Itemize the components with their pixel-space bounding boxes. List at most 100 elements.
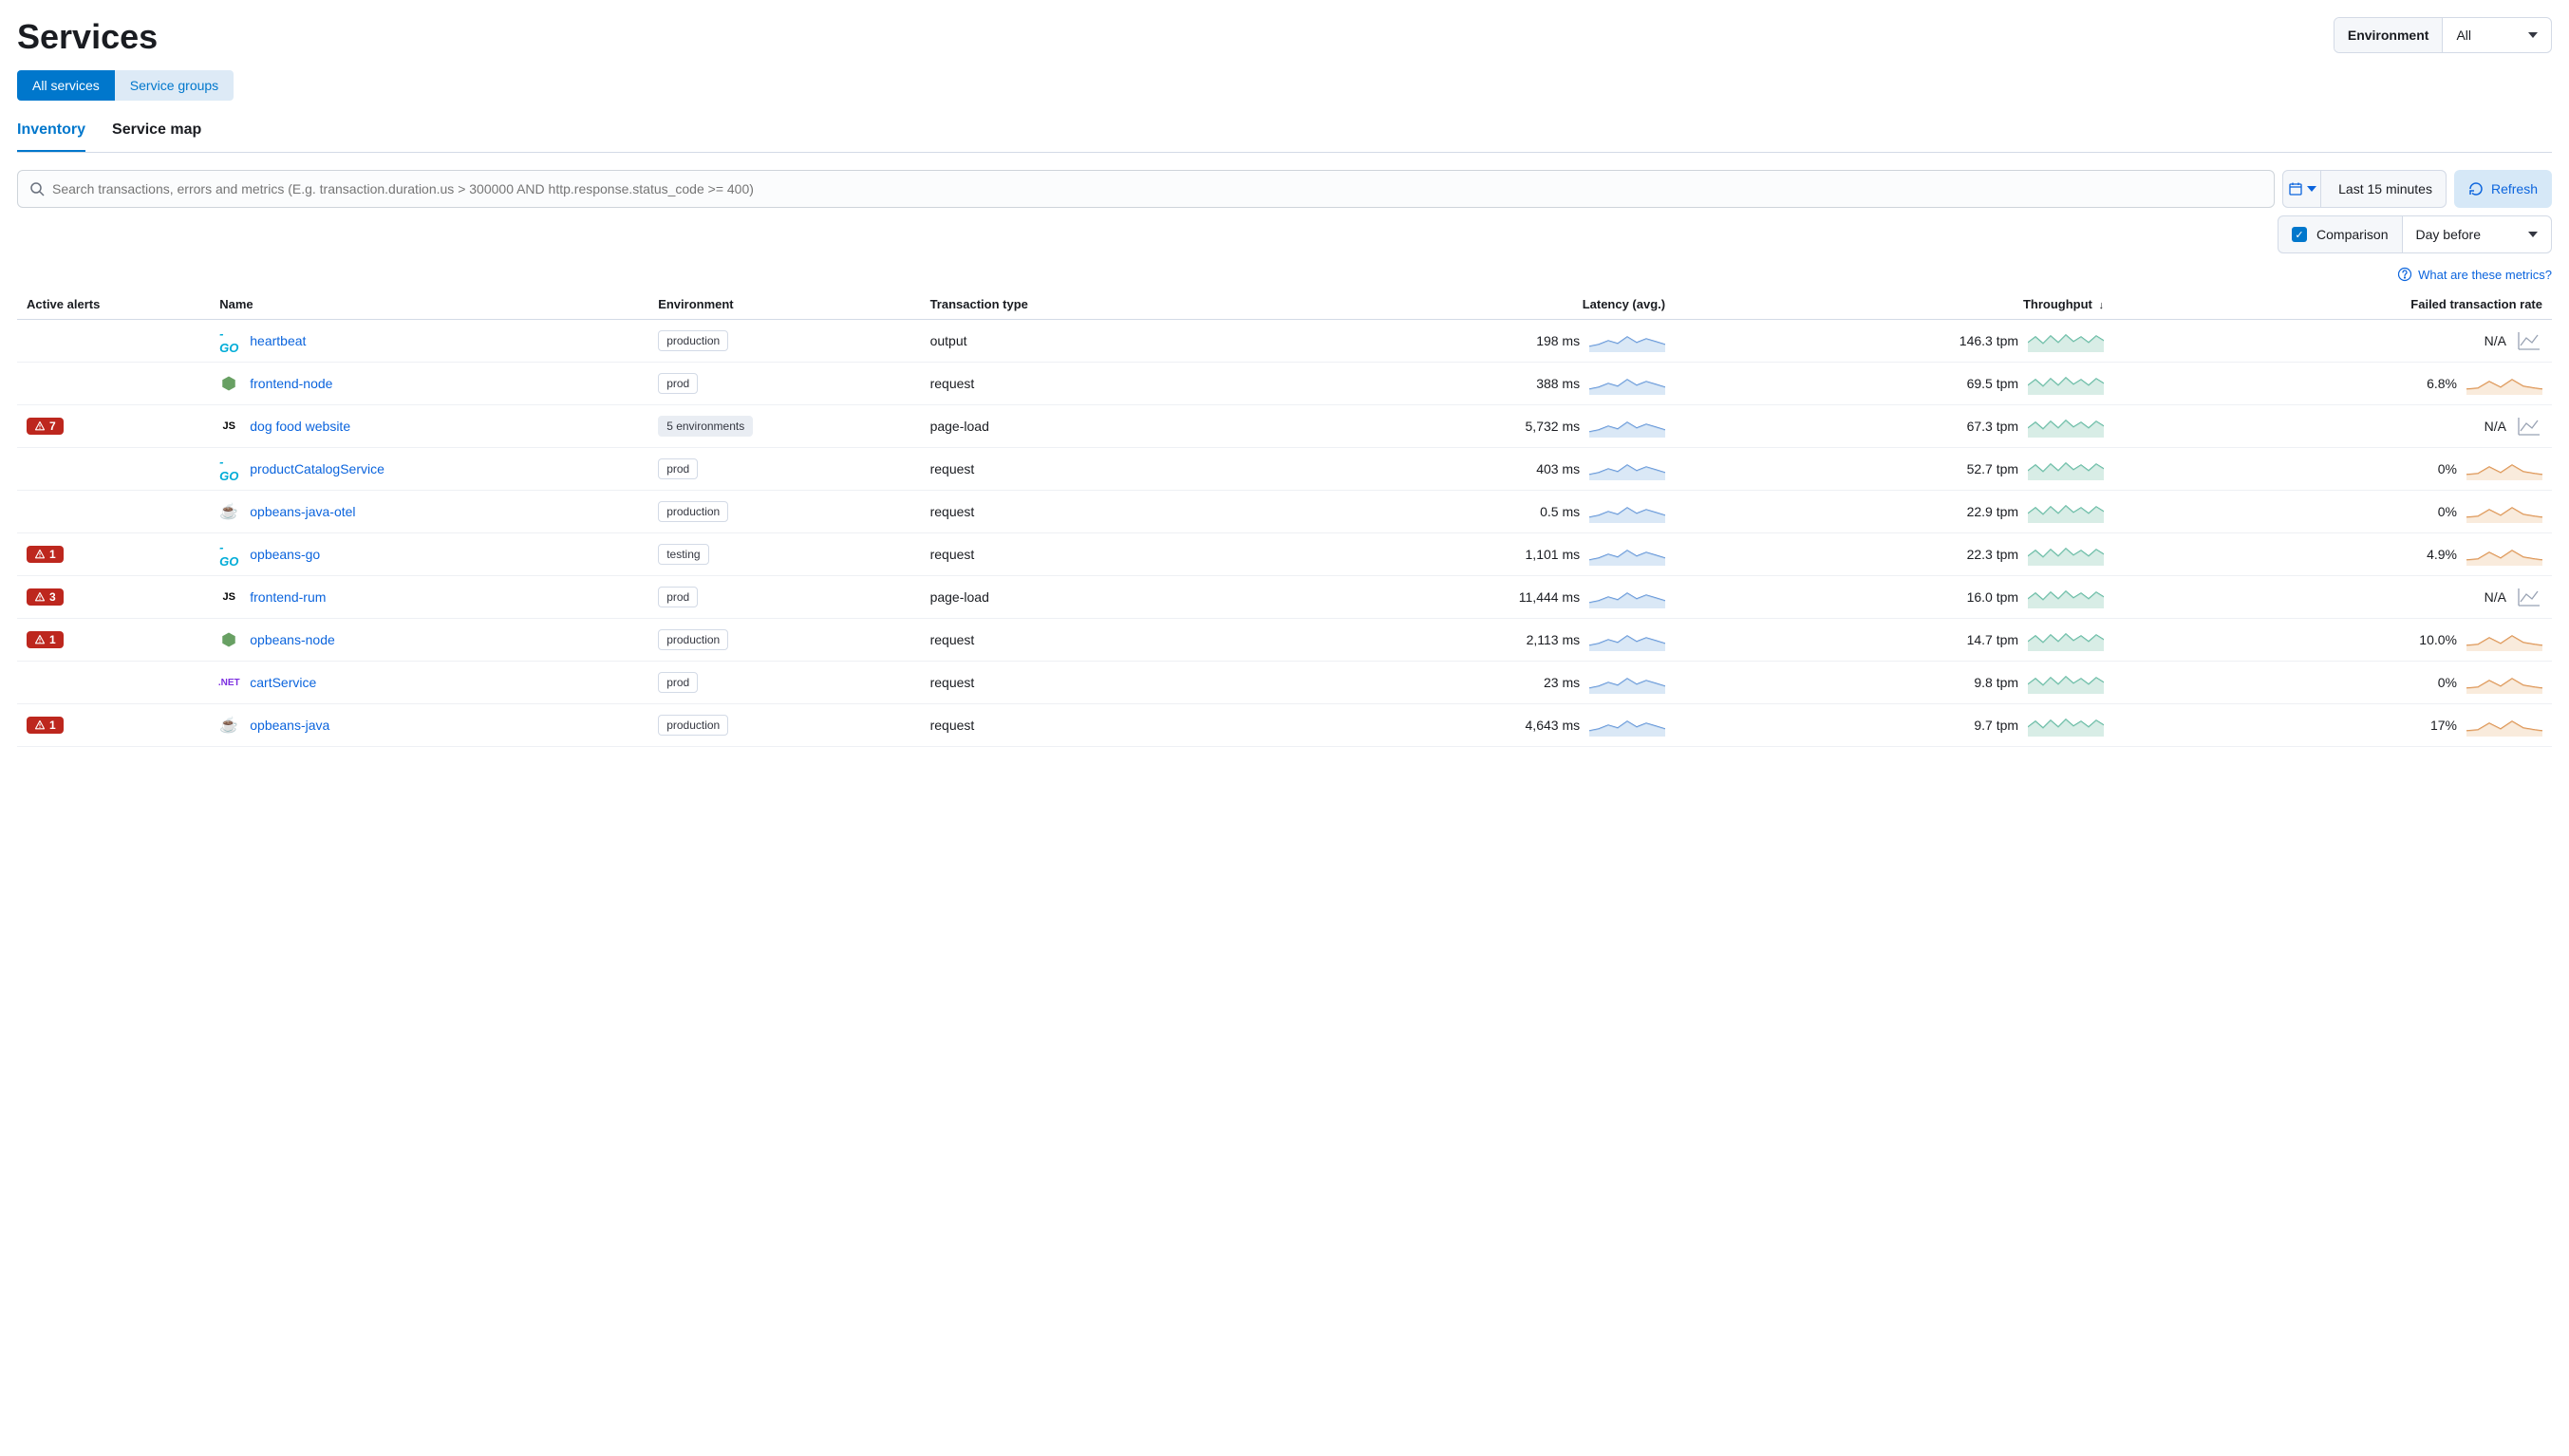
env-tag[interactable]: prod: [658, 373, 698, 394]
time-range-picker[interactable]: Last 15 minutes: [2282, 170, 2447, 208]
warning-icon: [34, 591, 46, 603]
col-name[interactable]: Name: [210, 289, 648, 320]
env-tag[interactable]: prod: [658, 587, 698, 607]
service-link[interactable]: dog food website: [250, 419, 350, 434]
failrate-value: 10.0%: [2419, 632, 2457, 647]
failrate-value: 0%: [2438, 461, 2457, 476]
table-row: ☕opbeans-java-otelproductionrequest0.5 m…: [17, 491, 2552, 533]
env-tag[interactable]: production: [658, 715, 728, 736]
txn-type: request: [921, 704, 1237, 747]
comparison-toggle[interactable]: ✓ Comparison: [2278, 215, 2402, 253]
chevron-down-icon: [2528, 32, 2538, 38]
failrate-sparkline: [2466, 457, 2542, 480]
latency-sparkline: [1589, 457, 1665, 480]
throughput-value: 69.5 tpm: [1967, 376, 2018, 391]
throughput-sparkline: [2028, 415, 2104, 438]
throughput-value: 22.9 tpm: [1967, 504, 2018, 519]
time-range-value: Last 15 minutes: [2338, 181, 2432, 196]
col-throughput[interactable]: Throughput ↓: [1675, 289, 2113, 320]
throughput-sparkline: [2028, 372, 2104, 395]
table-row: -GOheartbeatproductionoutput198 ms146.3 …: [17, 320, 2552, 363]
na-chart-icon: [2516, 329, 2542, 352]
latency-sparkline: [1589, 500, 1665, 523]
throughput-sparkline: [2028, 628, 2104, 651]
service-link[interactable]: opbeans-java: [250, 718, 329, 733]
txn-type: request: [921, 448, 1237, 491]
service-groups-tab[interactable]: Service groups: [115, 70, 234, 101]
throughput-sparkline: [2028, 500, 2104, 523]
calendar-icon: [2288, 181, 2303, 196]
services-table: Active alerts Name Environment Transacti…: [17, 289, 2552, 747]
warning-icon: [34, 549, 46, 560]
latency-sparkline: [1589, 372, 1665, 395]
environment-picker[interactable]: Environment All: [2334, 17, 2552, 53]
service-link[interactable]: opbeans-node: [250, 632, 335, 647]
env-tag[interactable]: 5 environments: [658, 416, 753, 437]
latency-sparkline: [1589, 415, 1665, 438]
service-link[interactable]: opbeans-java-otel: [250, 504, 355, 519]
txn-type: page-load: [921, 576, 1237, 619]
service-map-tab[interactable]: Service map: [112, 121, 201, 152]
table-row: 1-GOopbeans-gotestingrequest1,101 ms22.3…: [17, 533, 2552, 576]
refresh-button[interactable]: Refresh: [2454, 170, 2552, 208]
table-row: frontend-nodeprodrequest388 ms69.5 tpm6.…: [17, 363, 2552, 405]
table-row: -GO productCatalogService prod request 403 m…: [17, 448, 2552, 491]
throughput-value: 16.0 tpm: [1967, 589, 2018, 605]
all-services-tab[interactable]: All services: [17, 70, 115, 101]
view-toggle: All services Service groups: [17, 70, 2552, 101]
latency-sparkline: [1589, 329, 1665, 352]
col-txn[interactable]: Transaction type: [921, 289, 1237, 320]
throughput-value: 9.8 tpm: [1974, 675, 2018, 690]
inventory-tab[interactable]: Inventory: [17, 121, 85, 152]
failrate-value: 0%: [2438, 675, 2457, 690]
table-row: 7JSdog food website5 environmentspage-lo…: [17, 405, 2552, 448]
service-link[interactable]: cartService: [250, 675, 316, 690]
search-box[interactable]: [17, 170, 2275, 208]
env-tag[interactable]: production: [658, 330, 728, 351]
chevron-down-icon: [2307, 186, 2316, 192]
service-link[interactable]: opbeans-go: [250, 547, 320, 562]
table-row: .NETcartServiceprodrequest23 ms9.8 tpm0%: [17, 662, 2552, 704]
search-icon: [29, 181, 45, 196]
service-link[interactable]: frontend-rum: [250, 589, 326, 605]
service-link[interactable]: productCatalogService: [250, 461, 384, 476]
failrate-value: N/A: [2485, 589, 2506, 605]
latency-value: 403 ms: [1536, 461, 1580, 476]
go-icon: -GO: [219, 460, 238, 477]
latency-sparkline: [1589, 628, 1665, 651]
latency-sparkline: [1589, 543, 1665, 566]
search-input[interactable]: [52, 181, 2262, 196]
alert-badge[interactable]: 3: [27, 588, 64, 606]
service-link[interactable]: frontend-node: [250, 376, 332, 391]
go-icon: -GO: [219, 332, 238, 349]
env-tag[interactable]: testing: [658, 544, 708, 565]
failrate-value: 17%: [2430, 718, 2457, 733]
env-tag[interactable]: prod: [658, 458, 698, 479]
env-tag[interactable]: prod: [658, 672, 698, 693]
latency-value: 11,444 ms: [1519, 589, 1580, 605]
comparison-select[interactable]: Day before: [2403, 215, 2552, 253]
service-link[interactable]: heartbeat: [250, 333, 306, 348]
js-icon: JS: [219, 418, 238, 435]
alert-badge[interactable]: 7: [27, 418, 64, 435]
col-env[interactable]: Environment: [648, 289, 920, 320]
throughput-value: 9.7 tpm: [1974, 718, 2018, 733]
alert-badge[interactable]: 1: [27, 717, 64, 734]
latency-value: 388 ms: [1536, 376, 1580, 391]
col-latency[interactable]: Latency (avg.): [1236, 289, 1675, 320]
env-tag[interactable]: production: [658, 629, 728, 650]
question-icon: [2397, 267, 2412, 282]
js-icon: JS: [219, 588, 238, 606]
table-row: 1☕opbeans-javaproductionrequest4,643 ms9…: [17, 704, 2552, 747]
col-alerts[interactable]: Active alerts: [17, 289, 210, 320]
env-tag[interactable]: production: [658, 501, 728, 522]
alert-badge[interactable]: 1: [27, 546, 64, 563]
col-failrate[interactable]: Failed transaction rate: [2113, 289, 2552, 320]
txn-type: request: [921, 662, 1237, 704]
throughput-sparkline: [2028, 329, 2104, 352]
alert-badge[interactable]: 1: [27, 631, 64, 648]
java-icon: ☕: [219, 503, 238, 520]
checkbox-on-icon: ✓: [2292, 227, 2307, 242]
refresh-icon: [2468, 181, 2484, 196]
help-link[interactable]: What are these metrics?: [17, 267, 2552, 282]
